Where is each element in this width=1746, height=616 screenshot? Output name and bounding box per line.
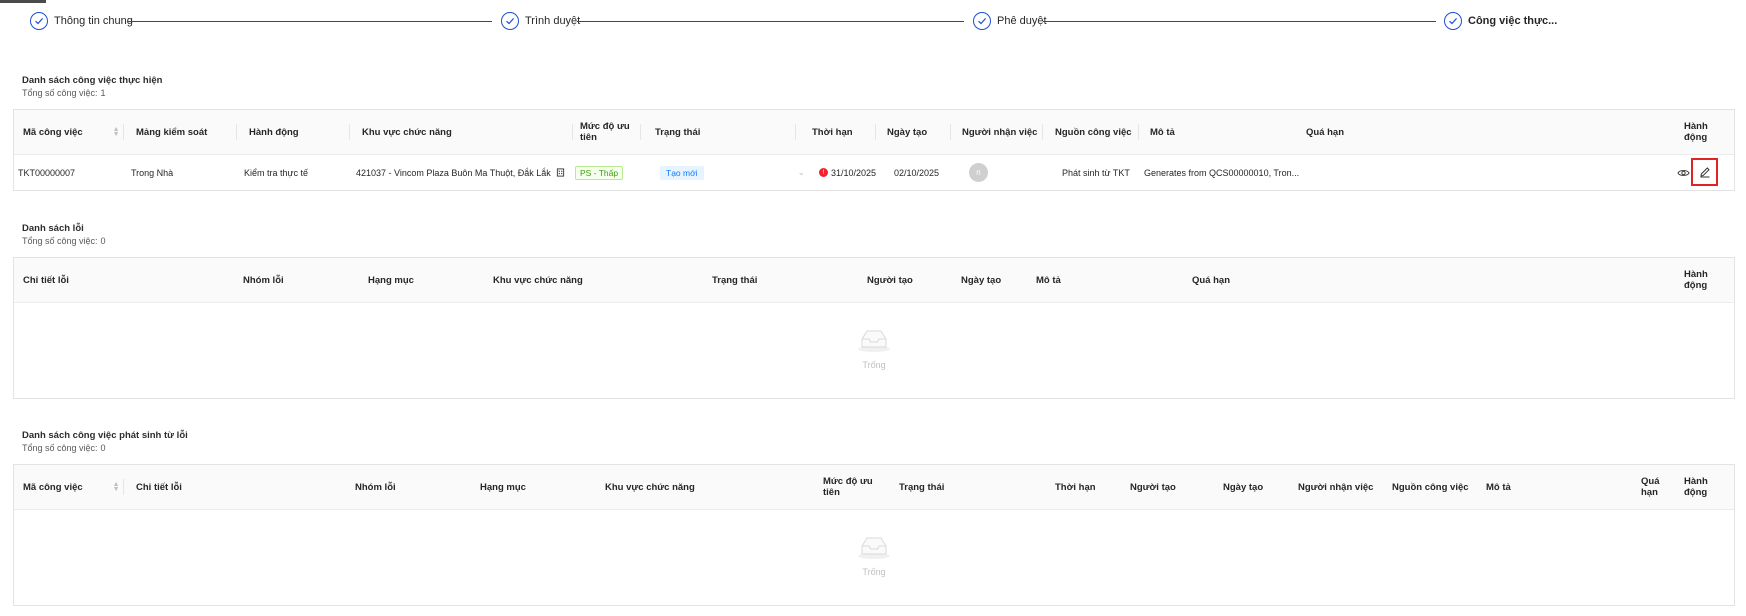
priority-tag: PS - Thấp	[575, 165, 624, 180]
column-header-functional-area: Khu vực chức năng	[362, 110, 573, 154]
empty-state: Trống	[14, 510, 1734, 605]
check-circle-icon	[30, 12, 48, 30]
empty-state: Trống	[14, 303, 1734, 398]
table-row[interactable]: TKT00000007 Trong Nhà Kiểm tra thực tế 4…	[14, 155, 1734, 190]
column-header-status: Trạng thái	[655, 110, 796, 154]
edit-button[interactable]	[1691, 158, 1718, 186]
tasks-count: Tổng số công việc: 1	[22, 88, 106, 98]
column-header-assignee: Người nhận việc	[1298, 481, 1374, 493]
chevron-down-icon[interactable]: ⌄	[797, 167, 805, 178]
column-header-error-detail: Chi tiết lỗi	[136, 481, 182, 493]
column-header-functional-area: Khu vực chức năng	[605, 481, 695, 493]
column-header-error-group: Nhóm lỗi	[243, 274, 284, 286]
warning-clock-icon: !	[819, 168, 828, 177]
column-header-status: Trạng thái	[899, 481, 945, 493]
column-header-creator: Người tạo	[1130, 481, 1176, 493]
column-header-error-group: Nhóm lỗi	[355, 481, 396, 493]
step-connector	[577, 21, 964, 22]
building-icon	[556, 155, 565, 190]
table-header: Mã công việc ▲ ▼ Mảng kiểm soát Hành động…	[14, 110, 1734, 155]
cell-assignee: n	[969, 155, 988, 190]
step-label: Công việc thực...	[1468, 15, 1558, 27]
column-header-deadline: Thời hạn	[812, 110, 876, 154]
errors-count: Tổng số công việc: 0	[22, 236, 106, 246]
sort-icon[interactable]: ▲ ▼	[113, 126, 120, 138]
column-header-functional-area: Khu vực chức năng	[493, 274, 583, 286]
cell-functional-area: 421037 - Vincom Plaza Buôn Ma Thuột, Đắk…	[356, 167, 551, 178]
cell-created-date: 02/10/2025	[894, 167, 940, 178]
step-connector	[127, 21, 492, 22]
column-header-assignee: Người nhận việc	[962, 110, 1043, 154]
cell-code: TKT00000007	[18, 167, 76, 178]
empty-inbox-icon	[858, 330, 890, 352]
column-header-overdue: Quá hạn	[1192, 274, 1231, 286]
cell-control-area: Trong Nhà	[131, 167, 174, 178]
column-header-creator: Người tạo	[867, 274, 913, 286]
column-header-source: Nguồn công việc	[1392, 481, 1469, 493]
column-header-priority: Mức độ ưu tiên	[823, 476, 873, 498]
cell-source: Phát sinh từ TKT	[1062, 167, 1130, 178]
errors-section-title: Danh sách lỗi	[22, 223, 84, 234]
table-header: Mã công việc ▲ ▼ Chi tiết lỗi Nhóm lỗi Hạ…	[14, 465, 1734, 510]
derived-tasks-table: Mã công việc ▲ ▼ Chi tiết lỗi Nhóm lỗi Hạ…	[13, 464, 1735, 606]
empty-placeholder: Trống	[856, 534, 892, 577]
step-approve[interactable]: Phê duyệt	[973, 10, 1047, 32]
avatar: n	[969, 163, 988, 182]
step-execute-tasks[interactable]: Công việc thực...	[1444, 10, 1557, 32]
edit-pencil-icon	[1699, 167, 1710, 178]
step-general-info[interactable]: Thông tin chung	[30, 10, 133, 32]
cell-deadline: ! 31/10/2025	[819, 155, 876, 190]
derived-count: Tổng số công việc: 0	[22, 443, 106, 453]
column-header-actions: Hành động	[1684, 121, 1708, 143]
table-header: Chi tiết lỗi Nhóm lỗi Hạng mục Khu vực c…	[14, 258, 1734, 303]
column-header-action: Hành động	[249, 110, 350, 154]
column-header-description: Mô tả	[1150, 126, 1175, 138]
column-header-category: Hạng mục	[368, 274, 414, 286]
empty-label: Trống	[862, 567, 886, 577]
column-header-code[interactable]: Mã công việc ▲ ▼	[23, 110, 124, 154]
derived-section-title: Danh sách công việc phát sinh từ lỗi	[22, 430, 188, 441]
column-header-control-area: Mảng kiểm soát	[136, 110, 237, 154]
step-label: Trình duyệt	[525, 15, 581, 27]
column-header-created-date: Ngày tạo	[1223, 481, 1264, 493]
column-header-actions: Hành động	[1684, 476, 1708, 498]
column-header-created-date: Ngày tạo	[887, 110, 951, 154]
status-select[interactable]: Tạo mới ⌄	[660, 155, 805, 190]
column-header-priority: Mức độ ưu tiên	[580, 110, 641, 154]
sort-icon[interactable]: ▲ ▼	[113, 481, 120, 493]
check-circle-icon	[1444, 12, 1462, 30]
check-circle-icon	[501, 12, 519, 30]
empty-inbox-icon	[858, 537, 890, 559]
empty-placeholder: Trống	[856, 327, 892, 370]
tasks-table: Mã công việc ▲ ▼ Mảng kiểm soát Hành động…	[13, 109, 1735, 191]
view-button[interactable]	[1677, 155, 1690, 190]
step-connector	[1043, 21, 1436, 22]
column-header-code[interactable]: Mã công việc ▲ ▼	[23, 465, 124, 509]
column-header-status: Trạng thái	[712, 274, 758, 286]
column-header-description: Mô tả	[1036, 274, 1061, 286]
cell-description: Generates from QCS00000010, Tron...	[1144, 167, 1300, 178]
errors-table: Chi tiết lỗi Nhóm lỗi Hạng mục Khu vực c…	[13, 257, 1735, 399]
priority-cell: PS - Thấp	[575, 155, 624, 190]
progress-stepper: Thông tin chung Trình duyệt Phê duyệt Cô…	[0, 0, 1746, 42]
column-header-description: Mô tả	[1486, 481, 1511, 493]
cell-action: Kiểm tra thực tế	[244, 167, 309, 178]
column-header-actions: Hành động	[1684, 269, 1708, 291]
column-header-overdue: Quá hạn	[1641, 476, 1660, 498]
tasks-section-title: Danh sách công việc thực hiện	[22, 75, 163, 86]
check-circle-icon	[973, 12, 991, 30]
step-label: Thông tin chung	[54, 15, 133, 27]
eye-icon	[1677, 169, 1690, 176]
step-label: Phê duyệt	[997, 15, 1047, 27]
column-header-source: Nguồn công việc	[1055, 110, 1139, 154]
column-header-deadline: Thời hạn	[1055, 481, 1096, 493]
column-header-overdue: Quá hạn	[1306, 126, 1345, 138]
empty-label: Trống	[862, 360, 886, 370]
step-review[interactable]: Trình duyệt	[501, 10, 580, 32]
column-header-error-detail: Chi tiết lỗi	[23, 274, 69, 286]
status-tag: Tạo mới	[660, 165, 704, 180]
column-header-created-date: Ngày tạo	[961, 274, 1002, 286]
column-header-category: Hạng mục	[480, 481, 526, 493]
